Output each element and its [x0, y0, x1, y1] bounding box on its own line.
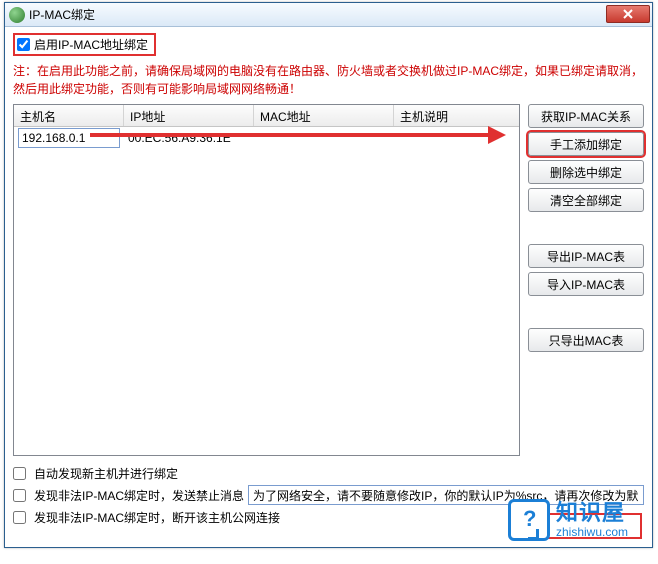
enable-binding-checkbox[interactable] [17, 38, 30, 51]
enable-binding-row: 启用IP-MAC地址绑定 [13, 33, 156, 56]
app-icon [9, 7, 25, 23]
col-mac[interactable]: MAC地址 [254, 105, 394, 126]
warning-note: 注：在启用此功能之前，请确保局域网的电脑没有在路由器、防火墙或者交换机做过IP-… [13, 62, 644, 98]
footer-highlight-box [526, 513, 642, 539]
close-button[interactable] [606, 5, 650, 23]
binding-table: 主机名 IP地址 MAC地址 主机说明 00:EC:56:A9:36:1E [13, 104, 520, 456]
illegal-disconnect-checkbox[interactable] [13, 511, 26, 524]
auto-discover-checkbox[interactable] [13, 467, 26, 480]
enable-binding-label: 启用IP-MAC地址绑定 [34, 36, 148, 53]
illegal-msg-label: 发现非法IP-MAC绑定时，发送禁止消息 [34, 487, 244, 504]
illegal-msg-checkbox[interactable] [13, 489, 26, 502]
hostname-input[interactable] [18, 128, 120, 148]
cell-desc [394, 136, 519, 140]
export-ipmac-button[interactable]: 导出IP-MAC表 [528, 244, 644, 268]
illegal-disconnect-label: 发现非法IP-MAC绑定时，断开该主机公网连接 [34, 509, 280, 526]
import-ipmac-button[interactable]: 导入IP-MAC表 [528, 272, 644, 296]
delete-selected-button[interactable]: 删除选中绑定 [528, 160, 644, 184]
illegal-msg-input[interactable] [248, 485, 644, 505]
content-area: 启用IP-MAC地址绑定 注：在启用此功能之前，请确保局域网的电脑没有在路由器、… [5, 27, 652, 547]
cell-mac [254, 136, 394, 140]
export-mac-button[interactable]: 只导出MAC表 [528, 328, 644, 352]
get-ipmac-button[interactable]: 获取IP-MAC关系 [528, 104, 644, 128]
window-title: IP-MAC绑定 [29, 6, 95, 23]
titlebar: IP-MAC绑定 [5, 3, 652, 27]
clear-all-button[interactable]: 清空全部绑定 [528, 188, 644, 212]
auto-discover-label: 自动发现新主机并进行绑定 [34, 465, 178, 482]
table-row[interactable]: 00:EC:56:A9:36:1E [14, 127, 519, 149]
col-desc[interactable]: 主机说明 [394, 105, 519, 126]
main-row: 主机名 IP地址 MAC地址 主机说明 00:EC:56:A9:36:1E 获取… [13, 104, 644, 456]
col-host[interactable]: 主机名 [14, 105, 124, 126]
dialog-window: IP-MAC绑定 启用IP-MAC地址绑定 注：在启用此功能之前，请确保局域网的… [4, 2, 653, 548]
table-header: 主机名 IP地址 MAC地址 主机说明 [14, 105, 519, 127]
cell-ip: 00:EC:56:A9:36:1E [124, 129, 254, 147]
col-ip[interactable]: IP地址 [124, 105, 254, 126]
close-icon [622, 9, 634, 19]
manual-add-button[interactable]: 手工添加绑定 [528, 132, 644, 156]
button-column: 获取IP-MAC关系 手工添加绑定 删除选中绑定 清空全部绑定 导出IP-MAC… [528, 104, 644, 456]
